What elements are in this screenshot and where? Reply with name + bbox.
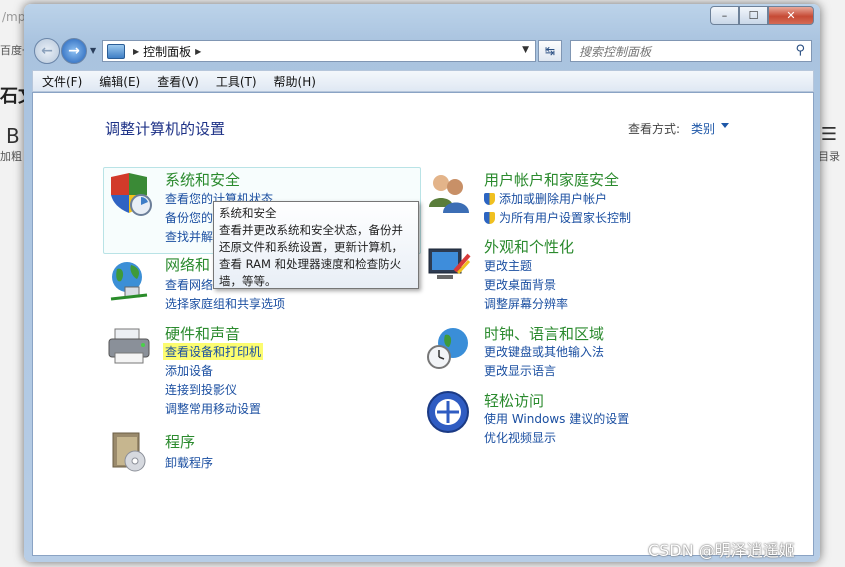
- toc-icon[interactable]: ☰: [821, 124, 837, 145]
- category-programs-title[interactable]: 程序: [165, 431, 195, 452]
- forward-arrow-icon: →: [68, 43, 80, 59]
- hardware-sound-icon[interactable]: [107, 325, 153, 371]
- search-input[interactable]: [577, 42, 786, 62]
- search-box[interactable]: ⚲: [570, 40, 812, 62]
- menu-file[interactable]: 文件(F): [33, 73, 90, 90]
- minimize-button[interactable]: –: [710, 6, 739, 25]
- content-area: 调整计算机的设置 查看方式: 类别 系统和安全 查看您的计算机状态 备份您的 查…: [32, 92, 814, 556]
- maximize-button[interactable]: ☐: [739, 6, 768, 25]
- network-icon[interactable]: [107, 257, 153, 303]
- category-appearance-title[interactable]: 外观和个性化: [484, 236, 574, 257]
- back-button[interactable]: ←: [34, 38, 60, 64]
- clock-region-icon[interactable]: [425, 325, 471, 371]
- link-recommended-settings[interactable]: 使用 Windows 建议的设置: [484, 410, 629, 427]
- link-change-keyboard[interactable]: 更改键盘或其他输入法: [484, 343, 604, 360]
- category-ease-access-title[interactable]: 轻松访问: [484, 390, 544, 411]
- uac-shield-icon: [484, 193, 495, 205]
- menu-view[interactable]: 查看(V): [148, 73, 207, 90]
- menu-edit[interactable]: 编辑(E): [90, 73, 148, 90]
- link-troubleshoot[interactable]: 查找并解: [165, 228, 213, 245]
- uac-shield-icon: [484, 212, 495, 224]
- link-devices-printers[interactable]: 查看设备和打印机: [163, 343, 264, 360]
- back-arrow-icon: ←: [41, 43, 53, 59]
- recent-pages-dropdown[interactable]: ▼: [90, 46, 96, 55]
- link-backup[interactable]: 备份您的: [165, 209, 213, 226]
- bold-button[interactable]: B: [6, 124, 20, 148]
- view-by-dropdown[interactable]: 类别: [691, 120, 715, 137]
- user-accounts-icon[interactable]: [425, 171, 471, 217]
- address-bar[interactable]: ▶ 控制面板 ▶ ▼: [102, 40, 536, 62]
- view-by-arrow-icon[interactable]: [721, 123, 729, 128]
- system-security-icon[interactable]: [107, 171, 153, 217]
- breadcrumb-separator[interactable]: ▶: [133, 47, 139, 56]
- breadcrumb-control-panel[interactable]: 控制面板: [143, 43, 191, 60]
- category-clock-region-title[interactable]: 时钟、语言和区域: [484, 323, 604, 344]
- tooltip-body: 查看并更改系统和安全状态，备份并还原文件和系统设置，更新计算机，查看 RAM 和…: [219, 223, 403, 288]
- link-parental-controls[interactable]: 为所有用户设置家长控制: [484, 209, 631, 226]
- ease-access-icon[interactable]: [425, 389, 471, 435]
- forward-button[interactable]: →: [61, 38, 87, 64]
- background-url: /mp: [2, 10, 26, 24]
- control-panel-window: – ☐ ✕ ← → ▼ ▶ 控制面板 ▶ ▼ ↹ ⚲ 文件(F) 编辑(E) 查…: [24, 4, 820, 562]
- control-panel-icon: [107, 43, 125, 59]
- category-system-security-title[interactable]: 系统和安全: [165, 169, 240, 190]
- refresh-button[interactable]: ↹: [538, 40, 562, 62]
- bold-label: 加粗: [0, 150, 22, 163]
- view-by-label: 查看方式:: [628, 122, 681, 136]
- breadcrumb-separator-2[interactable]: ▶: [195, 47, 201, 56]
- link-change-background[interactable]: 更改桌面背景: [484, 276, 556, 293]
- link-change-theme[interactable]: 更改主题: [484, 257, 532, 274]
- toc-label: 目录: [818, 150, 840, 163]
- link-connect-projector[interactable]: 连接到投影仪: [165, 381, 237, 398]
- link-parental-controls-label: 为所有用户设置家长控制: [499, 211, 632, 225]
- link-optimize-display[interactable]: 优化视频显示: [484, 429, 556, 446]
- address-dropdown-icon[interactable]: ▼: [522, 45, 529, 55]
- link-add-remove-accounts-label: 添加或删除用户帐户: [499, 192, 608, 206]
- watermark: CSDN @明泽逍遥姬: [648, 541, 795, 560]
- link-add-device[interactable]: 添加设备: [165, 362, 213, 379]
- menu-tools[interactable]: 工具(T): [207, 73, 265, 90]
- link-screen-resolution[interactable]: 调整屏幕分辨率: [484, 295, 568, 312]
- link-add-remove-accounts[interactable]: 添加或删除用户帐户: [484, 190, 607, 207]
- category-hardware-title[interactable]: 硬件和声音: [165, 323, 240, 344]
- link-homegroup[interactable]: 选择家庭组和共享选项: [165, 295, 285, 312]
- link-mobility-settings[interactable]: 调整常用移动设置: [165, 400, 261, 417]
- appearance-icon[interactable]: [425, 241, 471, 287]
- window-controls: – ☐ ✕: [710, 6, 814, 25]
- navigation-buttons: ← → ▼: [32, 38, 102, 64]
- tooltip-title: 系统和安全: [219, 206, 277, 220]
- menu-help[interactable]: 帮助(H): [265, 73, 324, 90]
- programs-icon[interactable]: [107, 429, 153, 475]
- link-uninstall-program[interactable]: 卸载程序: [165, 454, 213, 471]
- category-tooltip: 系统和安全 查看并更改系统和安全状态，备份并还原文件和系统设置，更新计算机，查看…: [213, 201, 419, 289]
- search-icon[interactable]: ⚲: [795, 43, 805, 58]
- close-button[interactable]: ✕: [768, 6, 814, 25]
- menu-bar: 文件(F) 编辑(E) 查看(V) 工具(T) 帮助(H): [32, 70, 814, 92]
- page-title: 调整计算机的设置: [105, 120, 226, 138]
- link-view-network[interactable]: 查看网络: [165, 276, 213, 293]
- category-network-title[interactable]: 网络和: [165, 254, 210, 275]
- refresh-icon: ↹: [544, 44, 556, 58]
- link-display-language[interactable]: 更改显示语言: [484, 362, 556, 379]
- category-user-accounts-title[interactable]: 用户帐户和家庭安全: [484, 169, 619, 190]
